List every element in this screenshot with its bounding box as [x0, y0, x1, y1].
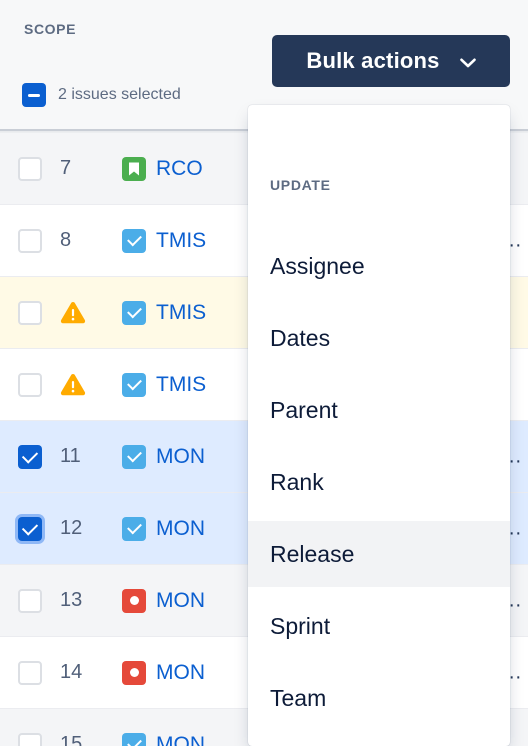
task-check-icon [126, 735, 142, 746]
issue-key-link[interactable]: TMIS [156, 229, 206, 253]
row-checkbox-cell [0, 372, 60, 397]
selection-summary: 2 issues selected [22, 83, 181, 107]
row-number: 8 [60, 229, 72, 251]
dropdown-menu-item-dates[interactable]: Dates [248, 305, 510, 371]
dropdown-section-heading: UPDATE [270, 177, 331, 193]
row-checkbox-unchecked[interactable] [18, 228, 42, 253]
task-check-icon [126, 447, 142, 463]
row-number-cell: 11 [60, 445, 112, 468]
task-check-icon [126, 303, 142, 319]
row-checkbox-unchecked[interactable] [18, 372, 42, 397]
row-checkbox-unchecked[interactable] [18, 660, 42, 685]
selected-count-label: 2 issues selected [58, 86, 181, 103]
task-check-icon [126, 519, 142, 535]
row-number-cell: 13 [60, 589, 112, 612]
bug-type-icon [122, 588, 146, 613]
row-checkbox-cell [0, 156, 60, 181]
row-checkbox-unchecked[interactable] [18, 156, 42, 181]
row-checkbox-cell [0, 588, 60, 613]
row-number: 14 [60, 661, 83, 683]
row-warning-cell [60, 301, 112, 324]
bulk-actions-dropdown-menu[interactable]: UPDATE Assignee Dates Parent Rank Release Spr… [248, 105, 510, 746]
issue-key-link[interactable]: TMIS [156, 373, 206, 397]
warning-triangle-icon [60, 301, 86, 324]
check-icon [21, 446, 39, 464]
bulk-actions-label: Bulk actions [306, 48, 440, 73]
dropdown-menu-item-release[interactable]: Release [248, 521, 510, 587]
row-number-cell: 14 [60, 661, 112, 684]
row-checkbox-cell [0, 444, 60, 469]
dropdown-menu-item-label: Release [270, 540, 355, 567]
row-checkbox-checked[interactable] [18, 444, 42, 469]
warning-triangle-icon [60, 373, 86, 396]
dropdown-menu-item-label: Team [270, 684, 327, 711]
indeterminate-dash-icon [28, 93, 40, 97]
dropdown-menu-item-label: Parent [270, 396, 338, 423]
task-check-icon [126, 231, 142, 247]
row-checkbox-unchecked[interactable] [18, 588, 42, 613]
task-type-icon [122, 372, 146, 397]
row-checkbox-unchecked[interactable] [18, 732, 42, 746]
task-check-icon [126, 375, 142, 391]
row-number-cell: 12 [60, 517, 112, 540]
issue-key-link[interactable]: MON [156, 733, 205, 746]
row-number: 13 [60, 589, 83, 611]
bug-type-icon [122, 660, 146, 685]
task-type-icon [122, 732, 146, 746]
row-warning-cell [60, 373, 112, 396]
dropdown-menu-item-label: Sprint [270, 612, 331, 639]
issue-key-link[interactable]: RCO [156, 157, 203, 181]
scope-heading: SCOPE [24, 21, 77, 37]
select-all-checkbox[interactable] [22, 83, 46, 107]
bulk-actions-button[interactable]: Bulk actions [272, 35, 510, 87]
row-checkbox-unchecked[interactable] [18, 300, 42, 325]
chevron-down-icon [459, 56, 476, 68]
task-type-icon [122, 228, 146, 253]
issue-key-link[interactable]: MON [156, 517, 205, 541]
row-number-cell: 7 [60, 157, 112, 180]
row-number: 15 [60, 733, 83, 746]
row-checkbox-cell [0, 516, 60, 541]
dropdown-menu-item-rank[interactable]: Rank [248, 449, 510, 515]
dropdown-menu-item-label: Assignee [270, 252, 365, 279]
row-number: 12 [60, 517, 83, 539]
row-checkbox-cell [0, 300, 60, 325]
dropdown-menu-item-team[interactable]: Team [248, 665, 510, 731]
row-number: 11 [60, 445, 81, 467]
row-number-cell: 15 [60, 733, 112, 746]
dropdown-menu-item-assignee[interactable]: Assignee [248, 233, 510, 299]
dropdown-menu-item-parent[interactable]: Parent [248, 377, 510, 443]
bug-dot-icon [129, 668, 139, 677]
issue-key-link[interactable]: MON [156, 589, 205, 613]
dropdown-menu-item-sprint[interactable]: Sprint [248, 593, 510, 659]
row-checkbox-checked[interactable] [18, 516, 42, 541]
task-type-icon [122, 516, 146, 541]
row-number: 7 [60, 157, 72, 179]
issue-key-link[interactable]: MON [156, 445, 205, 469]
dropdown-menu-item-label: Rank [270, 468, 324, 495]
issue-key-link[interactable]: TMIS [156, 301, 206, 325]
task-type-icon [122, 444, 146, 469]
story-type-icon [122, 156, 146, 181]
row-number-cell: 8 [60, 229, 112, 252]
issue-key-link[interactable]: MON [156, 661, 205, 685]
task-type-icon [122, 300, 146, 325]
bug-dot-icon [129, 596, 139, 605]
row-checkbox-cell [0, 732, 60, 746]
check-icon [21, 518, 39, 536]
row-checkbox-cell [0, 660, 60, 685]
row-checkbox-cell [0, 228, 60, 253]
dropdown-menu-item-label: Dates [270, 324, 331, 351]
